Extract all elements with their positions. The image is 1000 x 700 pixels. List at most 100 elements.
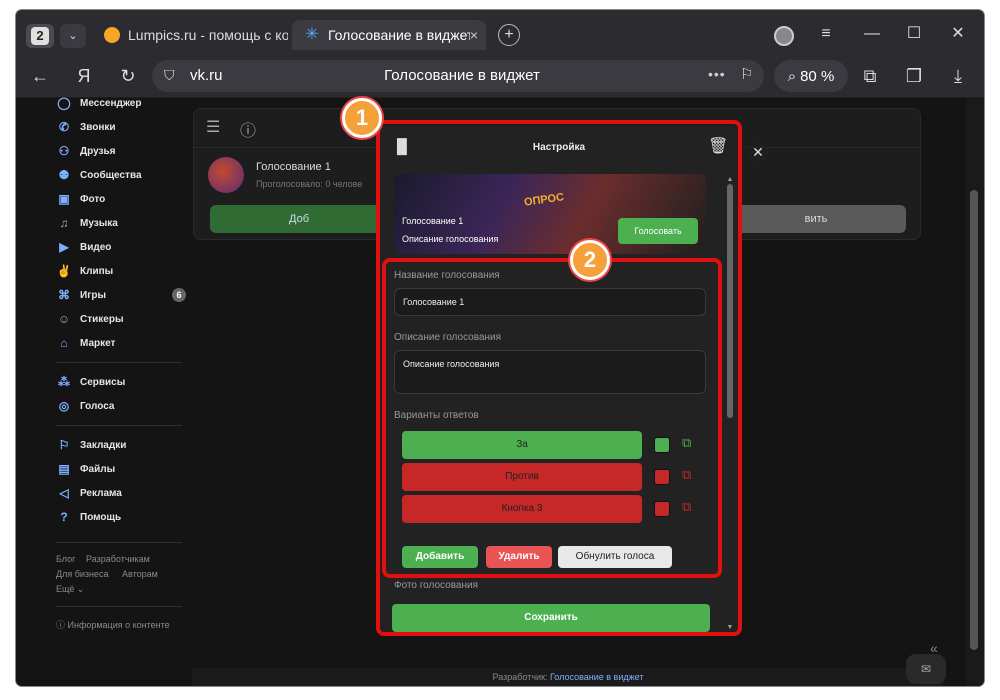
more-dots-icon[interactable]: •••: [708, 66, 726, 82]
sidebar-item-label: Голоса: [80, 400, 115, 412]
sidebar-divider: [56, 362, 182, 363]
tab-close-icon[interactable]: ×: [470, 27, 478, 43]
sidebar-item-label: Файлы: [80, 463, 116, 475]
services-icon: ⁂: [58, 375, 70, 389]
games-badge: 6: [172, 288, 186, 302]
sidebar-item-ads[interactable]: ◁ Реклама: [56, 482, 186, 504]
extensions-icon[interactable]: ⧉: [858, 64, 882, 88]
poll-name: Голосование 1: [256, 161, 331, 173]
tab-count: 2: [31, 27, 49, 45]
votes-icon: ◎: [58, 399, 70, 413]
footer-link-authors[interactable]: Авторам: [122, 569, 158, 579]
sidebar-item-bookmarks[interactable]: ⚐ Закладки: [56, 434, 186, 456]
ads-icon: ◁: [59, 486, 69, 500]
footer-link-developers[interactable]: Разработчикам: [86, 554, 150, 564]
sidebar-item-games[interactable]: ⌘ Игры 6: [56, 284, 186, 306]
back-arrow-icon[interactable]: ←: [28, 64, 52, 88]
music-icon: ♫: [59, 216, 69, 230]
groups-icon: ⚉: [58, 168, 70, 182]
sidebar-item-label: Клипы: [80, 265, 114, 277]
footer-link-business[interactable]: Для бизнеса: [56, 569, 109, 579]
sidebar-item-label: Закладки: [80, 439, 127, 451]
close-window-button[interactable]: ✕: [946, 24, 970, 44]
zoom-button[interactable]: ⌕ 80 %: [774, 60, 848, 92]
sidebar-divider: [56, 542, 182, 543]
sidebar-item-photo[interactable]: ▣ Фото: [56, 188, 186, 210]
sidebar-item-market[interactable]: ⌂ Маркет: [56, 332, 186, 354]
sidebar-item-help[interactable]: ? Помощь: [56, 506, 186, 528]
chat-icon: ◯: [57, 96, 71, 110]
bookmarks-icon: ⚐: [58, 438, 70, 452]
developer-link[interactable]: Голосование в виджет: [550, 672, 643, 682]
sidebar-item-label: Помощь: [80, 511, 122, 523]
sidebar-item-label: Сообщества: [80, 169, 142, 181]
lumpics-favicon-icon: [104, 27, 120, 43]
yandex-icon[interactable]: Я: [72, 64, 96, 88]
sidebar-item-files[interactable]: ▤ Файлы: [56, 458, 186, 480]
friends-icon: ⚇: [58, 144, 70, 158]
sidebar-item-services[interactable]: ⁂ Сервисы: [56, 371, 186, 393]
step-marker-1: 1: [342, 98, 382, 138]
profile-avatar-icon[interactable]: [774, 26, 794, 46]
sidebar-item-label: Реклама: [80, 487, 122, 499]
sidebar-item-votes[interactable]: ◎ Голоса: [56, 395, 186, 417]
list-icon[interactable]: ☰: [206, 117, 220, 137]
tab-lumpics[interactable]: Lumpics.ru - помощь с ко: [92, 20, 288, 50]
poll-avatar: [208, 157, 244, 193]
new-tab-button[interactable]: +: [498, 24, 520, 46]
add-widget-button[interactable]: Доб: [210, 205, 388, 233]
zoom-level: 80 %: [800, 67, 835, 85]
sidebar-item-label: Фото: [80, 193, 106, 205]
sidebar-item-clips[interactable]: ✌ Клипы: [56, 260, 186, 282]
left-sidebar: ◯ Мессенджер ✆ Звонки ⚇ Друзья ⚉ Сообщества …: [56, 96, 192, 686]
minimize-button[interactable]: —: [860, 24, 884, 44]
chat-fab-button[interactable]: ✉: [906, 654, 946, 684]
info-icon[interactable]: ⓘ: [240, 117, 256, 141]
sidebar-item-label: Видео: [80, 241, 112, 253]
poll-votes-count: Проголосовало: 0 челове: [256, 179, 363, 189]
sidebar-item-groups[interactable]: ⚉ Сообщества: [56, 164, 186, 186]
developer-label: Разработчик:: [492, 672, 548, 682]
sidebar-item-stickers[interactable]: ☺ Стикеры: [56, 308, 186, 330]
bookmark-icon[interactable]: ⚐: [740, 65, 753, 83]
tab-poll-widget[interactable]: ✳ Голосование в виджет ×: [292, 20, 486, 50]
phone-icon: ✆: [58, 120, 70, 134]
maximize-button[interactable]: ☐: [902, 24, 926, 44]
sidebar-item-friends[interactable]: ⚇ Друзья: [56, 140, 186, 162]
page-scrollbar[interactable]: [966, 98, 984, 686]
sidebar-item-label: Маркет: [80, 337, 116, 349]
sidebar-item-label: Игры: [80, 289, 107, 301]
sidebar-item-messenger[interactable]: ◯ Мессенджер: [56, 92, 186, 114]
modal-close-icon[interactable]: ✕: [748, 142, 768, 162]
sidebar-item-calls[interactable]: ✆ Звонки: [56, 116, 186, 138]
secondary-widget-button[interactable]: вить: [726, 205, 906, 233]
step-marker-2: 2: [570, 240, 610, 280]
sidebar-item-music[interactable]: ♫ Музыка: [56, 212, 186, 234]
menu-icon[interactable]: ≡: [814, 24, 838, 44]
help-icon: ?: [60, 510, 68, 524]
scrollbar-thumb[interactable]: [970, 190, 978, 650]
shield-icon: ⛉: [164, 67, 175, 83]
games-icon: ⌘: [58, 288, 70, 302]
developer-footer: Разработчик: Голосование в виджет: [192, 668, 944, 686]
tab-counter-button[interactable]: 2: [26, 24, 54, 48]
download-icon[interactable]: ⤓: [946, 64, 970, 88]
address-bar[interactable]: ⛉ vk.ru Голосование в виджет ••• ⚐: [152, 60, 764, 92]
zoom-magnifier-icon: ⌕: [787, 67, 797, 85]
collections-icon[interactable]: ❐: [902, 64, 926, 88]
footer-link-more[interactable]: Ещё ⌄: [56, 584, 84, 595]
footer-content-info[interactable]: ⓘ Информация о контенте: [56, 618, 170, 631]
sidebar-item-label: Звонки: [80, 121, 116, 133]
sidebar-item-video[interactable]: ▶ Видео: [56, 236, 186, 258]
tab-title: Lumpics.ru - помощь с ко: [128, 27, 288, 43]
files-icon: ▤: [58, 462, 70, 476]
sidebar-item-label: Музыка: [80, 217, 118, 229]
address-page-title: Голосование в виджет: [384, 67, 540, 84]
url-domain: vk.ru: [190, 67, 223, 84]
sidebar-item-label: Сервисы: [80, 376, 126, 388]
clips-icon: ✌: [56, 264, 72, 278]
reload-icon[interactable]: ↻: [116, 64, 140, 88]
footer-link-blog[interactable]: Блог: [56, 554, 75, 564]
sidebar-divider: [56, 606, 182, 607]
chevron-down-icon[interactable]: ⌄: [60, 24, 86, 48]
